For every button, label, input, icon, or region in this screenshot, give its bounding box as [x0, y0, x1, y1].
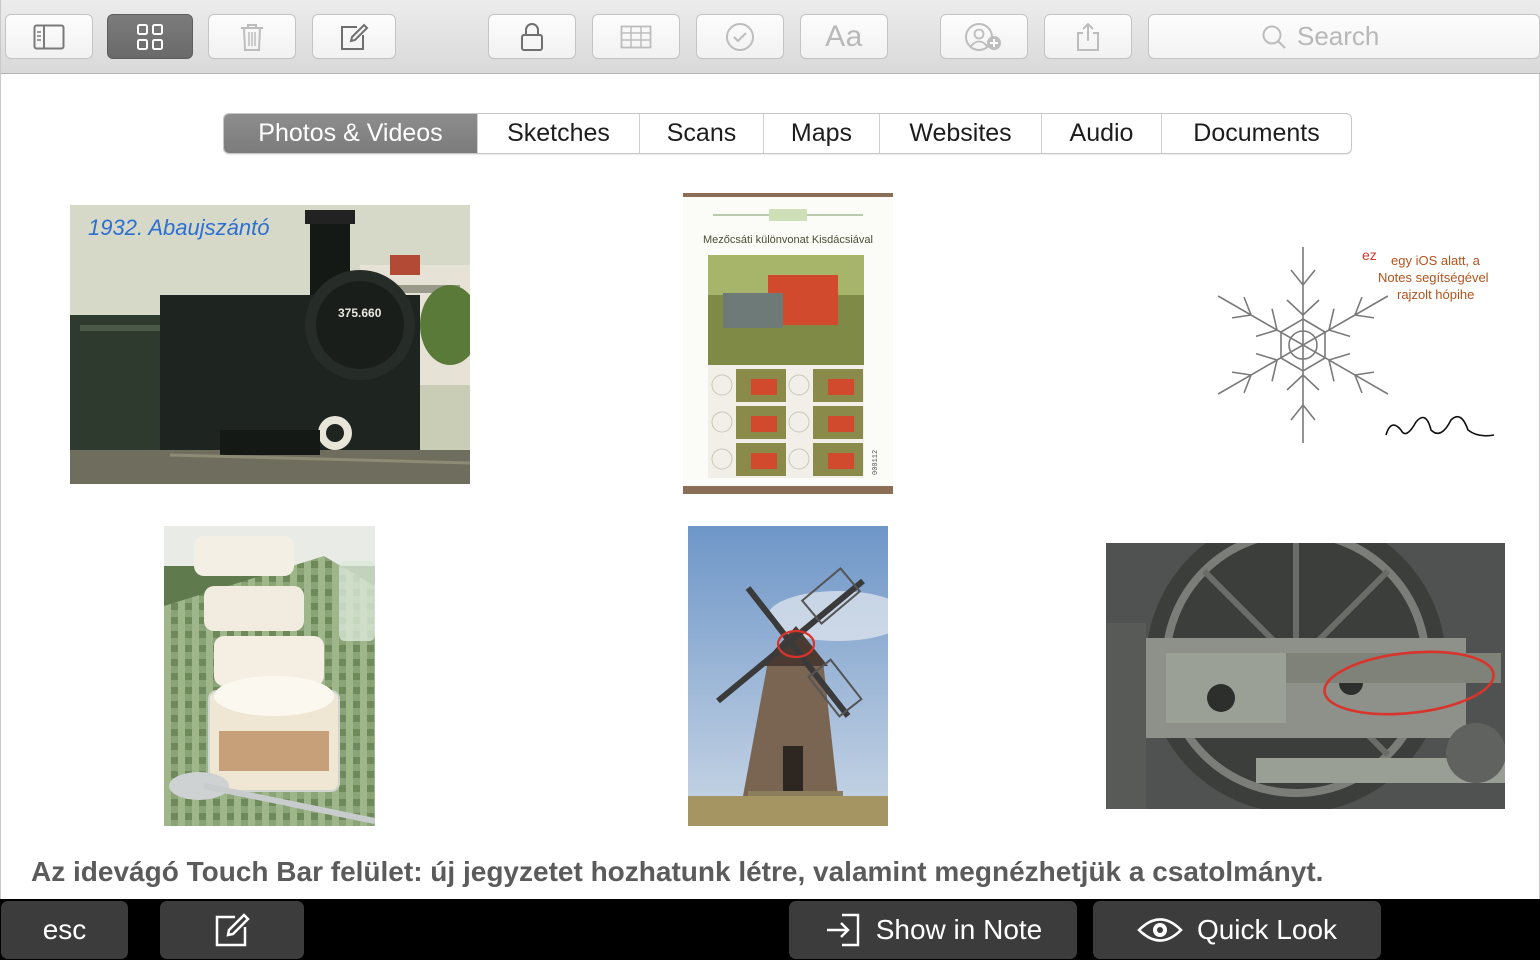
snowflake-note-line-2: Notes segítségével — [1378, 270, 1489, 285]
table-button[interactable] — [592, 14, 680, 59]
tab-scans[interactable]: Scans — [639, 114, 763, 153]
share-button[interactable] — [1044, 14, 1132, 59]
tab-maps[interactable]: Maps — [763, 114, 879, 153]
lock-button[interactable] — [488, 14, 576, 59]
locomotive-wheel-photo[interactable] — [1106, 543, 1505, 809]
lock-icon — [521, 22, 543, 51]
steam-train-photo[interactable]: 375.660 1932. Abaujszántó — [70, 205, 470, 484]
new-note-button[interactable] — [312, 14, 396, 59]
new-note-touchbar-button[interactable] — [160, 901, 304, 959]
quick-look-button[interactable]: Quick Look — [1093, 901, 1381, 959]
snowflake-note-line-1: egy iOS alatt, a — [1391, 253, 1481, 268]
touch-bar: esc Show in Note Quick Look — [0, 899, 1540, 960]
stamp-sheet-heading: Mezőcsáti különvonat Kisdácsiával — [703, 234, 873, 246]
share-icon — [1077, 22, 1099, 51]
tab-photos-videos[interactable]: Photos & Videos — [224, 114, 477, 153]
handwritten-caption: 1932. Abaujszántó — [88, 215, 269, 240]
search-field[interactable] — [1148, 14, 1540, 59]
tab-audio[interactable]: Audio — [1041, 114, 1161, 153]
snowflake-note-prefix: ez — [1362, 247, 1377, 263]
caption-text: Az idevágó Touch Bar felület: új jegyzet… — [31, 856, 1324, 887]
compose-icon — [215, 913, 250, 947]
show-in-note-icon — [826, 913, 859, 947]
stamp-sheet-serial: 000112 — [872, 450, 880, 475]
sidebar-icon — [33, 24, 65, 49]
add-person-icon — [965, 22, 1001, 51]
snowflake-sketch[interactable]: ez egy iOS alatt, a Notes segítségével r… — [1206, 240, 1506, 450]
snowflake-note-line-3: rajzolt hópihe — [1397, 287, 1474, 302]
format-text-icon: Aa — [825, 19, 863, 53]
stamp-sheet-scan[interactable]: Mezőcsáti különvonat Kisdácsiával 000112 — [683, 193, 893, 494]
add-people-button[interactable] — [940, 14, 1028, 59]
checkmark-circle-icon — [726, 22, 754, 51]
delete-button[interactable] — [208, 14, 296, 59]
signature — [1385, 415, 1495, 437]
grid-icon — [137, 23, 163, 50]
quick-look-label: Quick Look — [1196, 914, 1338, 945]
attachment-category-tabs: Photos & Videos Sketches Scans Maps Webs… — [223, 113, 1352, 154]
tab-websites[interactable]: Websites — [879, 114, 1041, 153]
search-icon — [1262, 25, 1286, 49]
table-icon — [620, 25, 652, 48]
esc-label: esc — [42, 914, 87, 945]
tab-sketches[interactable]: Sketches — [477, 114, 639, 153]
show-in-note-label: Show in Note — [875, 914, 1043, 945]
trash-icon — [241, 23, 263, 51]
dessert-photo[interactable] — [164, 526, 375, 826]
search-input[interactable] — [1297, 21, 1427, 52]
attachments-browser-button[interactable] — [107, 14, 193, 59]
checklist-button[interactable] — [696, 14, 784, 59]
format-button[interactable]: Aa — [800, 14, 888, 59]
eye-icon — [1137, 918, 1183, 942]
windmill-photo[interactable] — [688, 526, 888, 826]
sidebar-toggle-button[interactable] — [5, 14, 93, 59]
locomotive-number-plate: 375.660 — [338, 306, 382, 320]
tab-documents[interactable]: Documents — [1161, 114, 1351, 153]
show-in-note-button[interactable]: Show in Note — [789, 901, 1077, 959]
compose-icon — [341, 23, 369, 50]
notes-window: Aa Photos & Videos Sketches Scans Maps W… — [0, 0, 1540, 900]
esc-key[interactable]: esc — [1, 901, 128, 959]
toolbar: Aa — [1, 0, 1540, 74]
